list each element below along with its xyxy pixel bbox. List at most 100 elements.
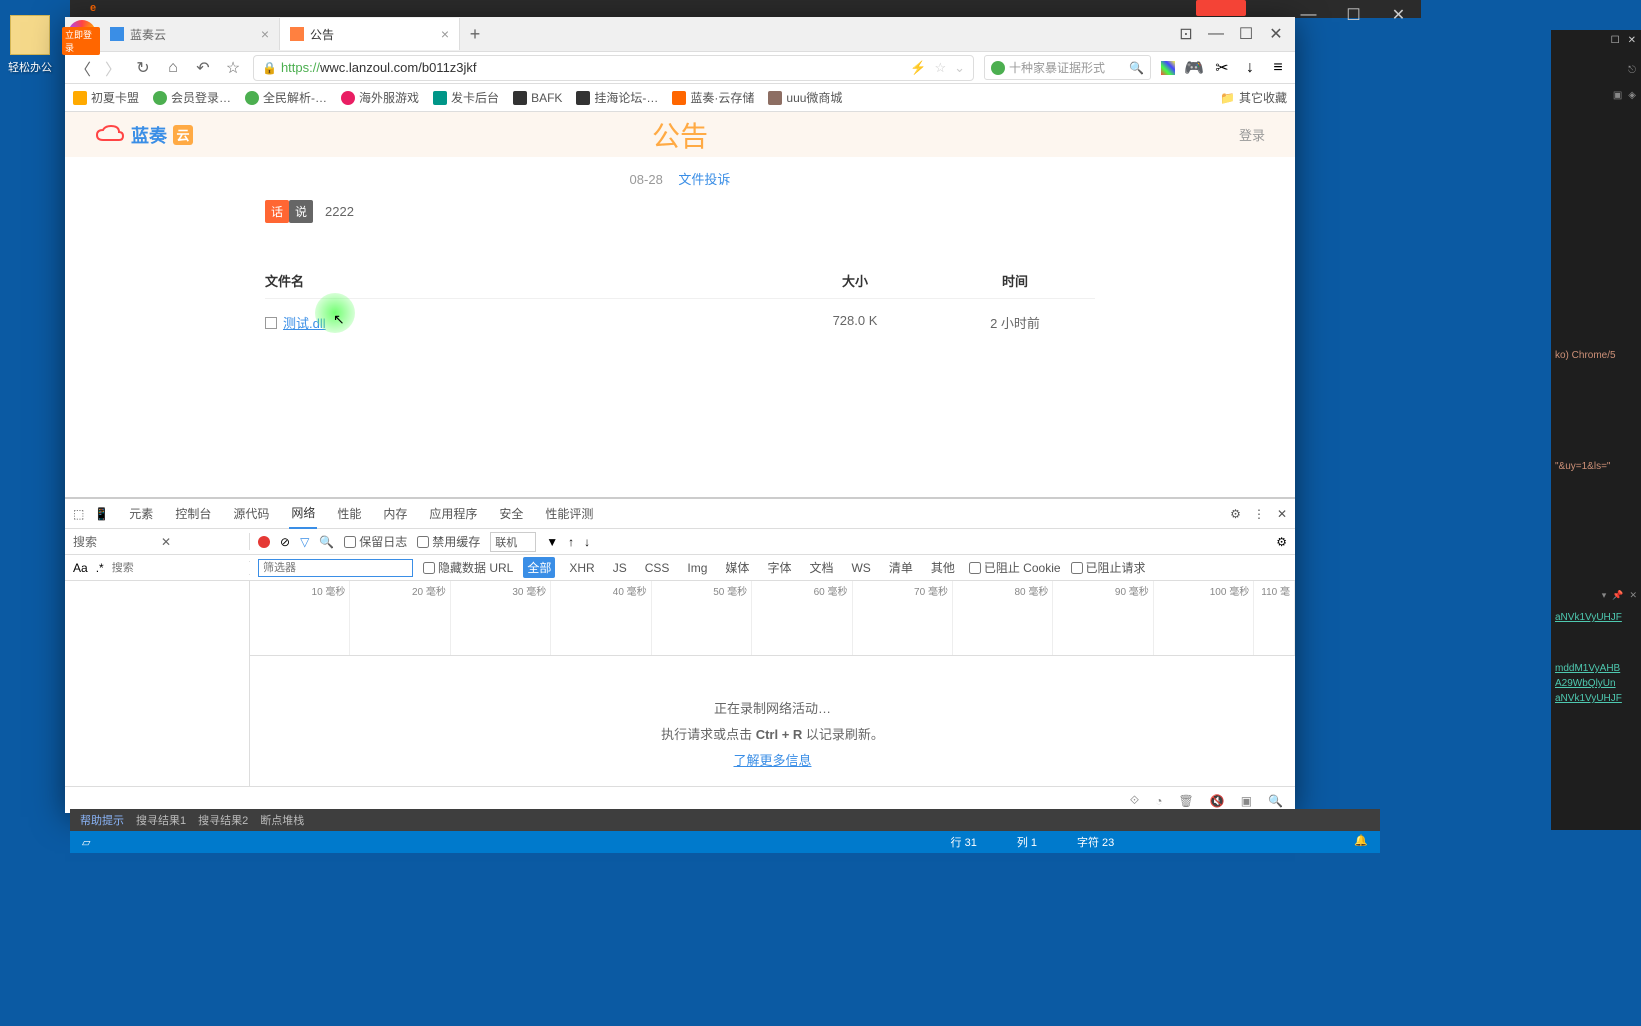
bg-cube-icon[interactable]: ◈ (1628, 90, 1636, 101)
filter-type-all[interactable]: 全部 (523, 557, 555, 578)
search-icon[interactable]: 🔍 (1129, 61, 1144, 75)
devtools-tab-memory[interactable]: 内存 (381, 499, 409, 528)
code-link[interactable]: mddM1VyAHB (1555, 663, 1637, 674)
search-input[interactable] (112, 562, 254, 574)
chevron-down-icon[interactable]: ⌄ (954, 60, 965, 76)
gamepad-icon[interactable]: 🎮 (1185, 59, 1203, 77)
tab-close-icon[interactable]: × (261, 26, 269, 42)
pip-icon[interactable]: ⊡ (1172, 20, 1200, 48)
bg-win-close-icon[interactable]: ✕ (1376, 0, 1421, 30)
download-icon[interactable]: ↓ (1241, 59, 1259, 77)
grid-icon[interactable] (1161, 61, 1175, 75)
blocked-request-checkbox[interactable]: 已阻止请求 (1071, 559, 1146, 576)
bookmark-item[interactable]: 会员登录… (153, 89, 231, 106)
tab-close-icon[interactable]: × (441, 26, 449, 42)
ide-app-icon[interactable]: ▱ (82, 836, 90, 849)
bookmark-item[interactable]: 初夏卡盟 (73, 89, 139, 106)
star-button[interactable]: ☆ (223, 58, 243, 78)
filter-toggle-icon[interactable]: ▽ (300, 535, 309, 549)
lightning-icon[interactable]: ⚡ (910, 60, 926, 76)
new-tab-button[interactable]: + (460, 24, 490, 45)
ide-tab-breakpoints[interactable]: 断点堆栈 (260, 812, 304, 828)
complaint-link[interactable]: 文件投诉 (678, 172, 730, 187)
bg-win-minimize-icon[interactable]: — (1286, 0, 1331, 30)
bg-minimize-icon[interactable]: ☐ (1611, 35, 1620, 46)
notification-bell-icon[interactable]: 🔔 (1354, 834, 1368, 850)
hide-data-url-checkbox[interactable]: 隐藏数据 URL (423, 559, 513, 576)
filter-type-js[interactable]: JS (609, 559, 631, 577)
home-button[interactable]: ⌂ (163, 58, 183, 78)
devtools-tab-application[interactable]: 应用程序 (427, 499, 479, 528)
back-button[interactable]: 〈 (73, 58, 93, 78)
bg-win-maximize-icon[interactable]: ☐ (1331, 0, 1376, 30)
inspect-element-icon[interactable]: ⬚ (73, 507, 84, 521)
bookmark-item[interactable]: 挂海论坛-… (576, 89, 658, 106)
scissors-icon[interactable]: ✂ (1213, 59, 1231, 77)
ide-tab-search2[interactable]: 搜寻结果2 (198, 812, 248, 828)
drawer-whatsnew-icon[interactable]: ◔ (1155, 794, 1162, 808)
devtools-tab-elements[interactable]: 元素 (127, 499, 155, 528)
devtools-tab-performance[interactable]: 性能 (335, 499, 363, 528)
bg-share-icon[interactable]: ⎋ (1628, 65, 1636, 76)
menu-icon[interactable]: ≡ (1269, 59, 1287, 77)
bg-layout-icon[interactable]: ▣ (1613, 90, 1622, 101)
bookmark-folder-other[interactable]: 📁 其它收藏 (1220, 89, 1287, 106)
search-box[interactable]: 十种家暴证据形式 🔍 (984, 55, 1151, 80)
bg-close-icon[interactable]: ✕ (1628, 35, 1636, 46)
blocked-cookie-checkbox[interactable]: 已阻止 Cookie (969, 559, 1061, 576)
desktop-folder[interactable]: 轻松办公 (5, 15, 55, 75)
bookmark-item[interactable]: 全民解析-… (245, 89, 327, 106)
device-toggle-icon[interactable]: 📱 (94, 507, 109, 521)
devtools-close-icon[interactable]: ✕ (1277, 507, 1287, 521)
search-close-icon[interactable]: ✕ (161, 535, 241, 549)
reload-button[interactable]: ↻ (133, 58, 153, 78)
devtools-tab-lighthouse[interactable]: 性能评测 (543, 499, 595, 528)
ide-tab-help[interactable]: 帮助提示 (80, 812, 124, 828)
drawer-sound-icon[interactable]: 🔇 (1210, 794, 1225, 808)
filter-type-manifest[interactable]: 清单 (885, 557, 917, 578)
devtools-tab-network[interactable]: 网络 (289, 498, 317, 529)
settings-icon[interactable]: ⚙ (1230, 507, 1241, 521)
forward-button[interactable]: 〉 (103, 58, 123, 78)
undo-button[interactable]: ↶ (193, 58, 213, 78)
panel-pin-icon[interactable]: 📌 (1612, 590, 1623, 601)
regex-icon[interactable]: .* (96, 561, 104, 575)
maximize-icon[interactable]: ☐ (1232, 20, 1260, 48)
panel-close-icon[interactable]: ✕ (1629, 590, 1637, 601)
clear-icon[interactable]: ⊘ (280, 535, 290, 549)
throttle-select[interactable]: 联机 (490, 532, 536, 552)
devtools-tab-sources[interactable]: 源代码 (231, 499, 271, 528)
site-logo[interactable]: 蓝奏 云 (95, 122, 193, 148)
preserve-log-checkbox[interactable]: 保留日志 (344, 533, 407, 550)
login-link[interactable]: 登录 (1239, 125, 1265, 144)
network-timeline[interactable]: 10 毫秒 20 毫秒 30 毫秒 40 毫秒 50 毫秒 60 毫秒 70 毫… (250, 581, 1295, 656)
tab-gonggao[interactable]: 公告 × (280, 18, 460, 50)
bookmark-item[interactable]: 蓝奏·云存储 (672, 89, 754, 106)
browser-logo[interactable]: 立即登录 (65, 17, 100, 52)
ide-tab-search1[interactable]: 搜寻结果1 (136, 812, 186, 828)
filter-input[interactable] (258, 559, 413, 577)
filter-type-img[interactable]: Img (683, 559, 711, 577)
filter-type-doc[interactable]: 文档 (805, 557, 837, 578)
bookmark-item[interactable]: 发卡后台 (433, 89, 499, 106)
drawer-screenshot-icon[interactable]: ▣ (1241, 794, 1252, 808)
devtools-tab-console[interactable]: 控制台 (173, 499, 213, 528)
filter-type-css[interactable]: CSS (641, 559, 674, 577)
download-icon[interactable]: ↓ (584, 535, 590, 549)
filter-type-media[interactable]: 媒体 (721, 557, 753, 578)
filter-type-font[interactable]: 字体 (763, 557, 795, 578)
search-icon[interactable]: 🔍 (319, 535, 334, 549)
bookmark-item[interactable]: BAFK (513, 91, 562, 105)
learn-more-link[interactable]: 了解更多信息 (733, 753, 811, 768)
filter-type-other[interactable]: 其他 (927, 557, 959, 578)
code-link[interactable]: aNVk1VyUHJF (1555, 612, 1637, 623)
url-input[interactable]: 🔒 https://wwc.lanzoul.com/b011z3jkf ⚡ ☆ … (253, 55, 974, 81)
network-settings-icon[interactable]: ⚙ (1276, 535, 1287, 549)
star-outline-icon[interactable]: ☆ (934, 60, 946, 76)
panel-chevron-icon[interactable]: ▾ (1602, 590, 1607, 601)
drawer-delete-icon[interactable]: 🗑 (1179, 794, 1194, 808)
throttle-dropdown-icon[interactable]: ▼ (546, 535, 558, 549)
tab-lanzou[interactable]: 蓝奏云 × (100, 18, 280, 50)
filter-type-ws[interactable]: WS (847, 559, 874, 577)
bookmark-item[interactable]: uuu微商城 (768, 89, 842, 106)
